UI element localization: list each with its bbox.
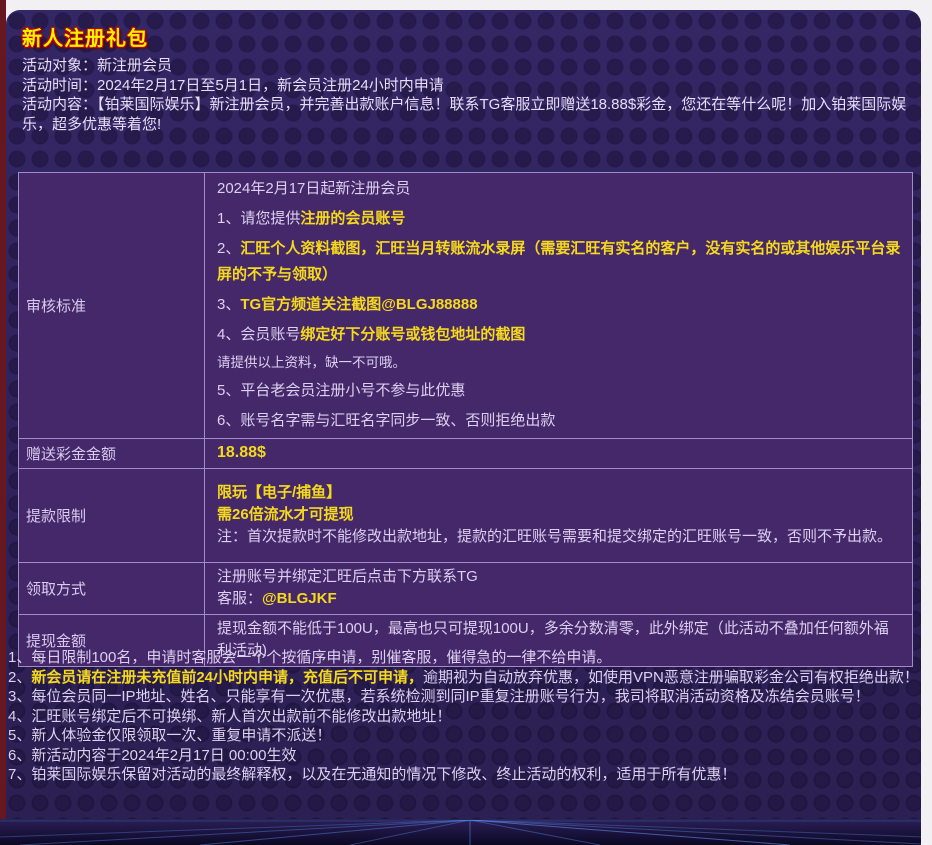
- table-row: 赠送彩金金额 18.88$: [19, 439, 913, 469]
- text-segment: 5、新人体验金仅限领取一次、重复申请不派送！: [8, 727, 331, 744]
- text-segment: 3、: [217, 296, 240, 313]
- text-segment: 限玩【电子/捕鱼】: [217, 484, 341, 501]
- text-segment: 1、请您提供: [217, 210, 300, 227]
- text-line: 2024年2月17日起新注册会员: [217, 176, 902, 202]
- text-segment: 7、铂莱国际娱乐保留对活动的最终解释权，以及在无通知的情况下修改、终止活动的权利…: [8, 766, 736, 783]
- intro-section: 活动对象：新注册会员 活动时间：2024年2月17日至5月1日，新会员注册24小…: [22, 56, 918, 134]
- text-line: 7、铂莱国际娱乐保留对活动的最终解释权，以及在无通知的情况下修改、终止活动的权利…: [8, 765, 921, 785]
- text-segment: 6、新活动内容于2024年2月17日 00:00生效: [8, 747, 296, 764]
- perspective-grid-lines: [0, 820, 921, 845]
- text-segment: 4、会员账号: [217, 326, 300, 343]
- text-segment: 需26倍流水才可提现: [217, 506, 354, 523]
- promo-panel: 新人注册礼包 活动对象：新注册会员 活动时间：2024年2月17日至5月1日，新…: [6, 10, 921, 845]
- table-row: 领取方式注册账号并绑定汇旺后点击下方联系TG 客服：@BLGJKF: [19, 563, 913, 615]
- text-line: 注：首次提款时不能修改出款地址，提款的汇旺账号需要和提交绑定的汇旺账号一致，否则…: [217, 526, 902, 548]
- page-title: 新人注册礼包: [22, 22, 148, 51]
- text-line: 1、每日限制100名，申请时客服会一个个按循序申请，别催客服，催得急的一律不给申…: [8, 648, 921, 668]
- text-segment: 请提供以上资料，缺一不可哦。: [217, 355, 406, 370]
- text-line: 限玩【电子/捕鱼】: [217, 482, 902, 504]
- text-line: 18.88$: [217, 442, 902, 464]
- text-segment: 新会员请在注册未充值前24小时内申请，充值后不可申请，: [31, 669, 423, 686]
- telegram-support-handle[interactable]: @BLGJKF: [262, 590, 337, 607]
- text-segment: 18.88$: [217, 444, 266, 461]
- text-line: 5、平台老会员注册小号不参与此优惠: [217, 378, 902, 404]
- text-line: 3、每位会员同一IP地址、姓名、只能享有一次优惠，若系统检测到同IP重复注册账号…: [8, 687, 921, 707]
- rules-list: 1、每日限制100名，申请时客服会一个个按循序申请，别催客服，催得急的一律不给申…: [8, 648, 921, 785]
- intro-line-audience: 活动对象：新注册会员: [22, 56, 918, 76]
- table-row: 审核标准 2024年2月17日起新注册会员 1、请您提供注册的会员账号 2、汇旺个人资…: [19, 173, 913, 439]
- text-line: 6、账号名字需与汇旺名字同步一致、否则拒绝出款: [217, 408, 902, 434]
- text-segment: 汇旺个人资料截图，汇旺当月转账流水录屏（需要汇旺有实名的客户，没有实名的或其他娱…: [217, 240, 900, 283]
- text-line: 请提供以上资料，缺一不可哦。: [217, 352, 902, 374]
- text-line: 4、会员账号绑定好下分账号或钱包地址的截图: [217, 322, 902, 348]
- text-segment: 逾期视为自动放弃优惠，如使用VPN恶意注册骗取彩金公司有权拒绝出款！: [423, 669, 919, 686]
- row-label: 提款限制: [19, 469, 205, 563]
- text-segment: 4、汇旺账号绑定后不可换绑、新人首次出款前不能修改出款地址！: [8, 708, 451, 725]
- text-segment: TG官方频道: [240, 296, 321, 313]
- row-label: 赠送彩金金额: [19, 439, 205, 469]
- text-line: 1、请您提供注册的会员账号: [217, 206, 902, 232]
- text-segment: 1、每日限制100名，申请时客服会一个个按循序申请，别催客服，催得急的一律不给申…: [8, 649, 611, 666]
- text-segment: 2024年2月17日起新注册会员: [217, 180, 410, 197]
- row-content: 注册账号并绑定汇旺后点击下方联系TG 客服：@BLGJKF: [205, 563, 913, 615]
- text-line: 2、新会员请在注册未充值前24小时内申请，充值后不可申请，逾期视为自动放弃优惠，…: [8, 668, 921, 688]
- text-segment: 6、账号名字需与汇旺名字同步一致、否则拒绝出款: [217, 412, 555, 429]
- row-content: 限玩【电子/捕鱼】需26倍流水才可提现注：首次提款时不能修改出款地址，提款的汇旺…: [205, 469, 913, 563]
- text-segment: 注册账号并绑定汇旺后点击下方联系TG: [217, 568, 478, 585]
- text-segment: 注册的会员账号: [300, 210, 405, 227]
- footer-grid-graphic: [0, 819, 921, 845]
- text-line: 4、汇旺账号绑定后不可换绑、新人首次出款前不能修改出款地址！: [8, 707, 921, 727]
- row-content: 2024年2月17日起新注册会员 1、请您提供注册的会员账号 2、汇旺个人资料截图，…: [205, 173, 913, 439]
- text-line: 注册账号并绑定汇旺后点击下方联系TG: [217, 566, 902, 588]
- text-segment: 2、: [8, 669, 31, 686]
- text-line: 需26倍流水才可提现: [217, 504, 902, 526]
- text-line: 5、新人体验金仅限领取一次、重复申请不派送！: [8, 726, 921, 746]
- text-segment: 客服：: [217, 590, 262, 607]
- table-row: 提款限制限玩【电子/捕鱼】需26倍流水才可提现注：首次提款时不能修改出款地址，提…: [19, 469, 913, 563]
- row-label: 审核标准: [19, 173, 205, 439]
- text-segment: 5、平台老会员注册小号不参与此优惠: [217, 382, 465, 399]
- row-label: 领取方式: [19, 563, 205, 615]
- text-line: 6、新活动内容于2024年2月17日 00:00生效: [8, 746, 921, 766]
- telegram-channel-handle[interactable]: @BLGJ88888: [381, 296, 477, 313]
- promo-table: 审核标准 2024年2月17日起新注册会员 1、请您提供注册的会员账号 2、汇旺个人资…: [18, 172, 913, 667]
- text-line: 2、汇旺个人资料截图，汇旺当月转账流水录屏（需要汇旺有实名的客户，没有实名的或其…: [217, 236, 902, 288]
- text-line: 客服：@BLGJKF: [217, 588, 902, 610]
- text-segment: 3、每位会员同一IP地址、姓名、只能享有一次优惠，若系统检测到同IP重复注册账号…: [8, 688, 870, 705]
- text-segment: 注：首次提款时不能修改出款地址，提款的汇旺账号需要和提交绑定的汇旺账号一致，否则…: [217, 528, 892, 545]
- intro-line-time: 活动时间：2024年2月17日至5月1日，新会员注册24小时内申请: [22, 76, 918, 96]
- intro-line-content: 活动内容：【铂莱国际娱乐】新注册会员，并完善出款账户信息！联系TG客服立即赠送1…: [22, 95, 918, 134]
- text-line: 3、TG官方频道关注截图@BLGJ88888: [217, 292, 902, 318]
- text-segment: 2、: [217, 240, 240, 257]
- row-content: 18.88$: [205, 439, 913, 469]
- text-segment: 关注截图: [321, 296, 381, 313]
- promo-table-body: 审核标准 2024年2月17日起新注册会员 1、请您提供注册的会员账号 2、汇旺个人资…: [19, 173, 913, 667]
- text-segment: 绑定好下分账号或钱包地址的截图: [300, 326, 525, 343]
